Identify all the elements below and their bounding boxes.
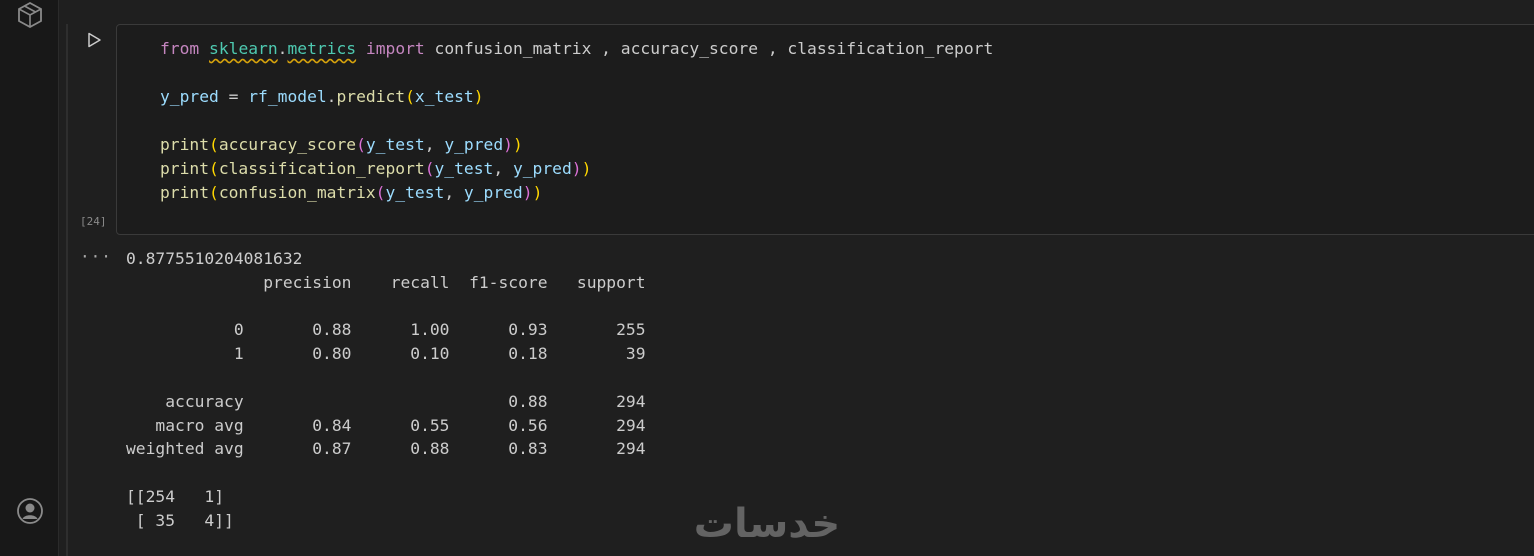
code-content[interactable]: from sklearn.metrics import confusion_ma…: [160, 37, 993, 205]
code-cell-editor[interactable]: from sklearn.metrics import confusion_ma…: [116, 24, 1534, 235]
paren-open-inner: (: [356, 135, 366, 154]
paren-close-inner: ): [503, 135, 513, 154]
module-sklearn: sklearn: [209, 39, 278, 58]
var-x-test: x_test: [414, 87, 474, 106]
keyword-import: import: [365, 39, 425, 58]
comma: ,: [444, 183, 464, 202]
paren-close: ): [532, 183, 543, 202]
keyword-from: from: [160, 39, 200, 58]
var-y-test: y_test: [385, 183, 445, 202]
paren-close: ): [512, 135, 523, 154]
var-y-test: y_test: [434, 159, 494, 178]
account-icon[interactable]: [15, 496, 45, 526]
play-icon: [88, 32, 101, 48]
package-icon[interactable]: [15, 0, 45, 30]
activity-bar: [0, 0, 59, 556]
dot: .: [277, 39, 288, 58]
paren-close: ): [473, 87, 484, 106]
import-names: confusion_matrix , accuracy_score , clas…: [434, 39, 994, 58]
code-blank-2: [160, 109, 993, 133]
var-rf-model: rf_model: [248, 87, 327, 106]
fn-predict: predict: [336, 87, 406, 106]
fn-confusion-matrix: confusion_matrix: [218, 183, 376, 202]
notebook-editor: [24] from sklearn.metrics import confusi…: [0, 0, 1534, 556]
var-y-pred: y_pred: [444, 135, 504, 154]
code-line-5: print(confusion_matrix(y_test, y_pred)): [160, 181, 993, 205]
fn-print: print: [160, 135, 210, 154]
execution-count: [24]: [80, 215, 107, 228]
code-line-1: from sklearn.metrics import confusion_ma…: [160, 37, 993, 61]
var-y-pred: y_pred: [463, 183, 523, 202]
paren-close-inner: ): [522, 183, 533, 202]
cell-gutter: [66, 24, 68, 556]
equals: =: [218, 87, 249, 106]
comma: ,: [424, 135, 445, 154]
var-y-test: y_test: [365, 135, 425, 154]
watermark-logo: خدسات: [674, 500, 860, 548]
code-line-4: print(classification_report(y_test, y_pr…: [160, 157, 993, 181]
fn-accuracy-score: accuracy_score: [218, 135, 357, 154]
fn-print: print: [160, 183, 210, 202]
dot: .: [326, 87, 337, 106]
module-metrics: metrics: [287, 39, 357, 58]
fn-classification-report: classification_report: [218, 159, 425, 178]
paren-open: (: [209, 183, 219, 202]
paren-close: ): [581, 159, 592, 178]
paren-open: (: [405, 87, 415, 106]
watermark-text: خدسات: [693, 501, 841, 547]
paren-open: (: [209, 135, 219, 154]
run-cell-button[interactable]: [82, 28, 106, 52]
output-actions-button[interactable]: ···: [80, 247, 112, 266]
var-y-pred: y_pred: [512, 159, 572, 178]
paren-open-inner: (: [375, 183, 386, 202]
var-y-pred: y_pred: [160, 87, 219, 106]
cell-output: 0.8775510204081632 precision recall f1-s…: [126, 249, 646, 530]
paren-open: (: [209, 159, 219, 178]
paren-open-inner: (: [424, 159, 435, 178]
paren-close-inner: ): [571, 159, 582, 178]
code-line-3: print(accuracy_score(y_test, y_pred)): [160, 133, 993, 157]
code-blank-1: [160, 61, 993, 85]
fn-print: print: [160, 159, 210, 178]
comma: ,: [493, 159, 513, 178]
code-line-2: y_pred = rf_model.predict(x_test): [160, 85, 993, 109]
